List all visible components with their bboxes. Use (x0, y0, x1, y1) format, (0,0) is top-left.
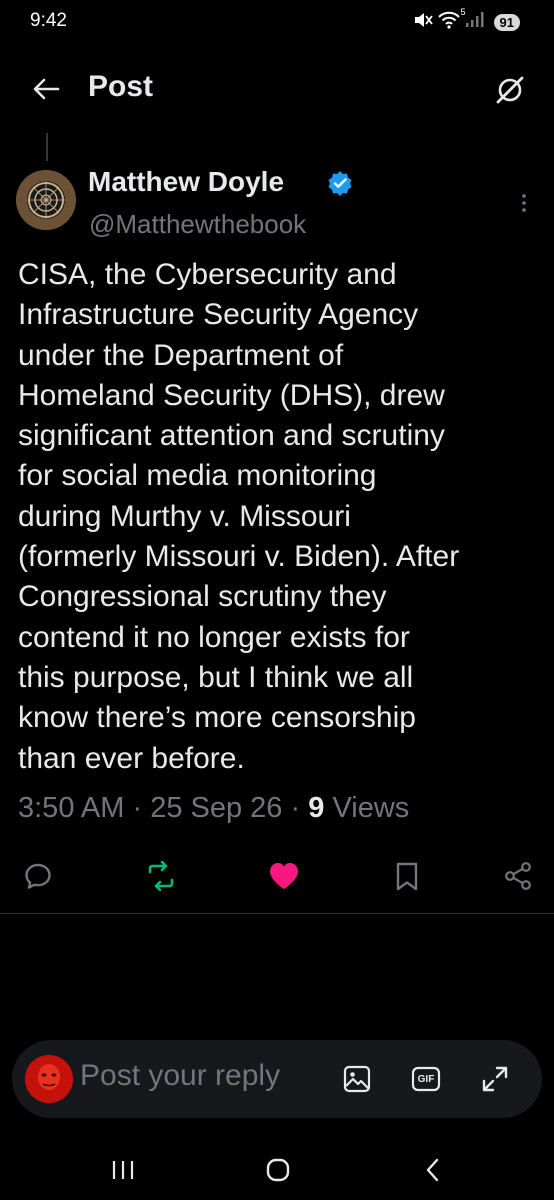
reply-icon (25, 863, 51, 889)
user-avatar-image (25, 1055, 73, 1103)
reply-composer: GIF (12, 1040, 542, 1118)
header: Post (0, 64, 554, 114)
post-date: 25 Sep 26 (150, 792, 283, 824)
share-button[interactable] (498, 856, 538, 896)
author-avatar[interactable] (16, 170, 76, 230)
repost-icon (148, 861, 174, 891)
views-count[interactable]: 9 (308, 792, 324, 824)
post-time: 3:50 AM (18, 792, 125, 824)
battery-indicator: 91 (493, 14, 520, 31)
add-gif-button[interactable]: GIF (409, 1062, 443, 1096)
grok-button[interactable] (492, 72, 528, 108)
dartboard-image (16, 170, 76, 230)
more-options-button[interactable] (516, 190, 532, 218)
status-bar: 9:42 5 91 (0, 0, 554, 44)
add-image-button[interactable] (340, 1062, 374, 1096)
post-text: CISA, the Cybersecurity and Infrastructu… (18, 258, 460, 775)
grok-icon (496, 76, 524, 104)
system-back-button[interactable] (415, 1152, 451, 1188)
home-icon (266, 1158, 290, 1182)
image-icon (343, 1065, 371, 1093)
bookmark-button[interactable] (387, 856, 427, 896)
more-vertical-icon (522, 194, 526, 212)
post-actions (0, 852, 554, 896)
bookmark-icon (396, 862, 418, 891)
share-icon (505, 862, 531, 890)
views-label[interactable]: Views (332, 792, 409, 824)
home-button[interactable] (260, 1152, 296, 1188)
status-icons: 5 91 (413, 7, 520, 34)
wifi-icon: 5 (437, 7, 466, 34)
reply-button[interactable] (18, 856, 58, 896)
expand-icon (482, 1066, 508, 1092)
thread-connector-line (46, 133, 48, 161)
meta-separator: · (132, 792, 143, 824)
post-meta: 3:50 AM · 25 Sep 26 · 9 Views (18, 792, 409, 825)
gif-label: GIF (417, 1073, 435, 1085)
wifi-label: 5 (460, 7, 466, 17)
like-button[interactable] (264, 856, 304, 896)
author-name[interactable]: Matthew Doyle (88, 166, 284, 198)
page-title: Post (88, 70, 154, 103)
verified-badge-icon (327, 170, 353, 201)
signal-icon (465, 12, 485, 33)
user-avatar[interactable] (25, 1055, 73, 1103)
status-time: 9:42 (30, 10, 67, 31)
divider (0, 913, 554, 914)
mute-icon (413, 11, 433, 34)
reply-input[interactable] (80, 1059, 320, 1093)
recent-apps-button[interactable] (105, 1152, 141, 1188)
repost-button[interactable] (141, 856, 181, 896)
chevron-left-icon (426, 1158, 439, 1182)
expand-composer-button[interactable] (478, 1062, 512, 1096)
recent-apps-icon (112, 1161, 134, 1179)
back-button[interactable] (26, 74, 66, 104)
author-handle[interactable]: @Matthewthebook (89, 209, 306, 240)
heart-icon (270, 863, 298, 889)
meta-separator: · (290, 792, 301, 824)
arrow-left-icon (33, 78, 60, 100)
system-nav-bar (0, 1140, 554, 1200)
